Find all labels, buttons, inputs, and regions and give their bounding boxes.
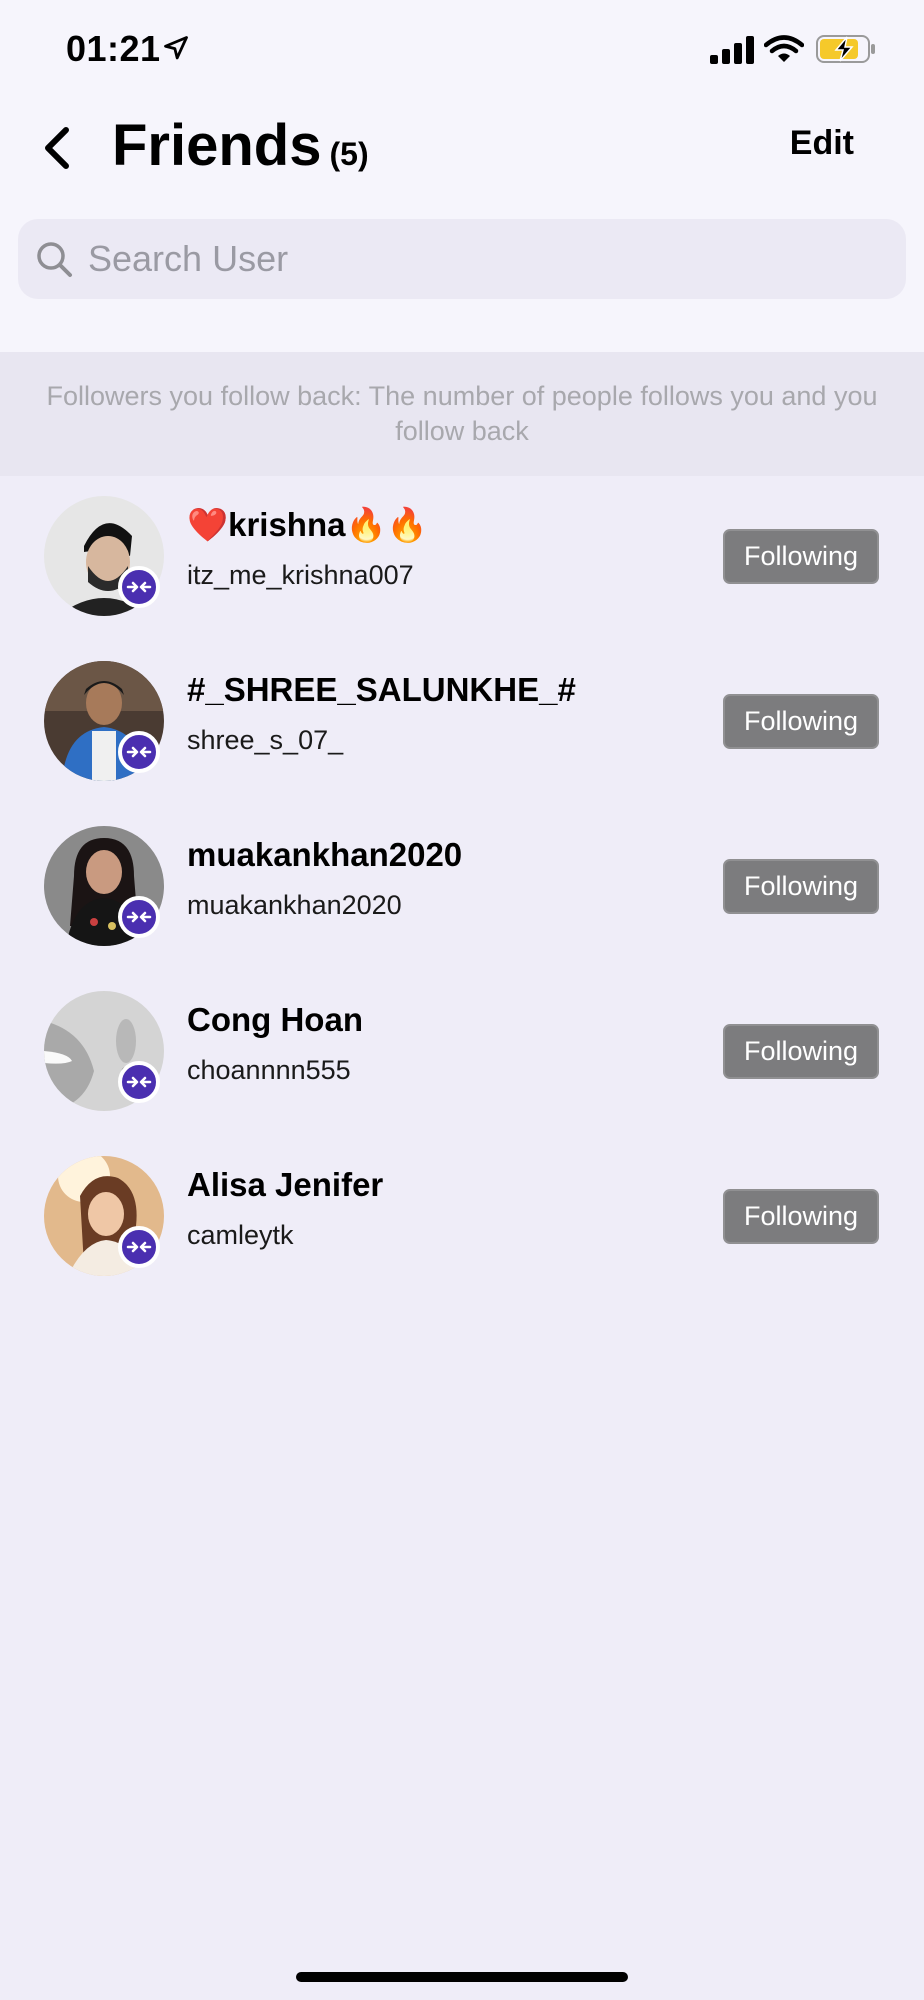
username: muakankhan2020 xyxy=(187,890,402,920)
display-name: #_SHREE_SALUNKHE_# xyxy=(187,671,576,708)
following-button[interactable]: Following xyxy=(723,1189,879,1244)
search-box[interactable] xyxy=(18,219,906,299)
edit-button[interactable]: Edit xyxy=(790,124,854,163)
search-icon xyxy=(37,242,72,277)
back-chevron-icon[interactable] xyxy=(40,124,76,172)
following-button[interactable]: Following xyxy=(723,1024,879,1079)
display-name: ❤️krishna🔥🔥 xyxy=(187,506,428,543)
friend-badge-icon xyxy=(118,1226,160,1268)
username: shree_s_07_ xyxy=(187,725,344,755)
display-name: Alisa Jenifer xyxy=(187,1166,384,1203)
title-wrap: Friends (5) xyxy=(112,112,369,179)
display-name: muakankhan2020 xyxy=(187,836,463,873)
friend-badge-icon xyxy=(118,731,160,773)
following-button[interactable]: Following xyxy=(723,694,879,749)
home-indicator[interactable] xyxy=(296,1972,628,1982)
info-banner: Followers you follow back: The number of… xyxy=(0,352,924,476)
friend-badge-icon xyxy=(118,1061,160,1103)
list-item[interactable]: Alisa Jenifer camleytk Following xyxy=(0,1136,924,1301)
username: itz_me_krishna007 xyxy=(187,560,414,590)
username: camleytk xyxy=(187,1220,294,1250)
friend-count: (5) xyxy=(329,136,369,172)
username: choannnn555 xyxy=(187,1055,351,1085)
friend-badge-icon xyxy=(118,566,160,608)
friend-badge-icon xyxy=(118,896,160,938)
friend-list: ❤️krishna🔥🔥 itz_me_krishna007 Following … xyxy=(0,476,924,1301)
wifi-icon xyxy=(764,35,804,62)
location-arrow-icon xyxy=(164,36,188,60)
list-item[interactable]: ❤️krishna🔥🔥 itz_me_krishna007 Following xyxy=(0,476,924,641)
search-input[interactable] xyxy=(86,237,870,281)
list-item[interactable]: #_SHREE_SALUNKHE_# shree_s_07_ Following xyxy=(0,641,924,806)
display-name: Cong Hoan xyxy=(187,1001,363,1038)
following-button[interactable]: Following xyxy=(723,859,879,914)
list-item[interactable]: Cong Hoan choannnn555 Following xyxy=(0,971,924,1136)
following-button[interactable]: Following xyxy=(723,529,879,584)
list-item[interactable]: muakankhan2020 muakankhan2020 Following xyxy=(0,806,924,971)
status-time: 01:21 xyxy=(66,28,161,69)
battery-charging-icon xyxy=(816,35,875,63)
signal-icon xyxy=(710,36,754,64)
page-title: Friends xyxy=(112,113,322,178)
info-text: Followers you follow back: The number of… xyxy=(46,381,878,446)
